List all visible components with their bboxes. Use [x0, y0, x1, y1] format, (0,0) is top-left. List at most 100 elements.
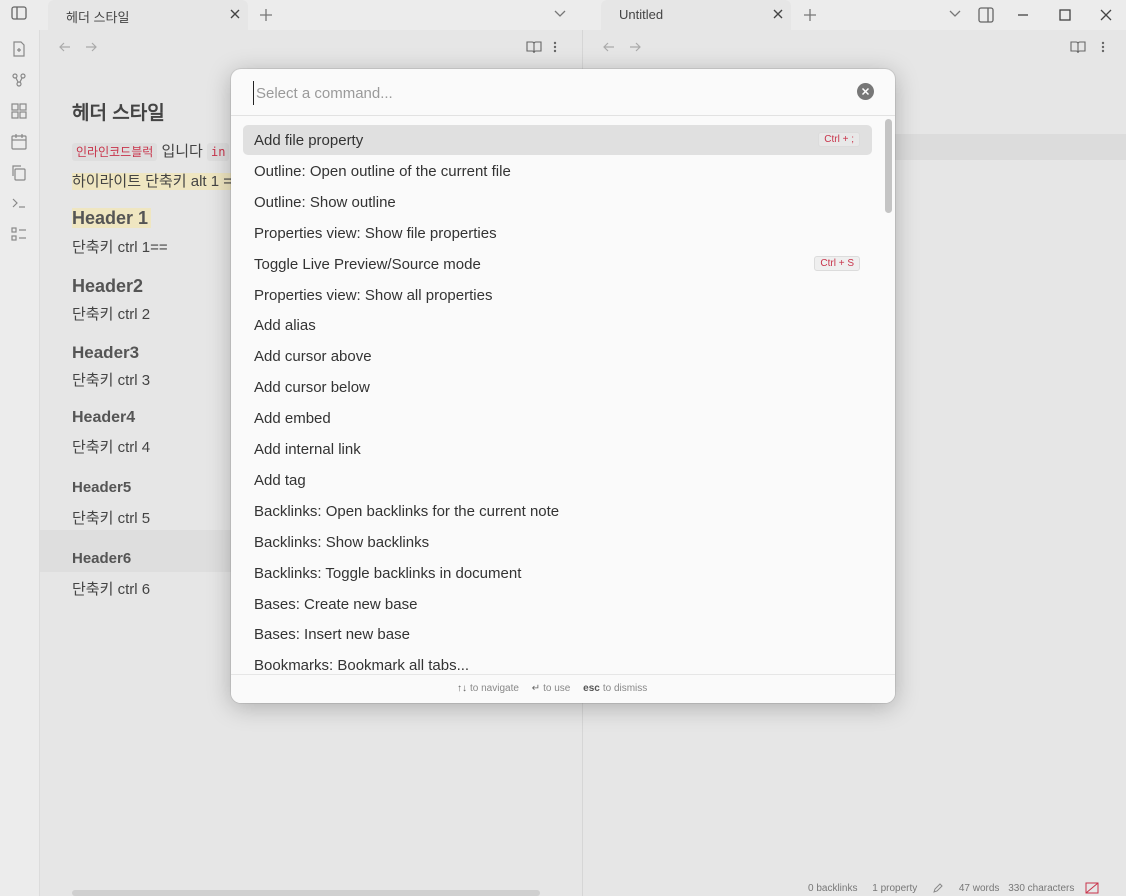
command-label: Backlinks: Show backlinks [254, 534, 430, 551]
left-ribbon [0, 30, 40, 896]
back-arrow-icon[interactable] [602, 40, 616, 54]
horizontal-scrollbar[interactable] [72, 890, 540, 896]
graph-icon[interactable] [10, 71, 28, 89]
command-results-list: Add file property Ctrl + ; Outline: Open o… [243, 125, 883, 675]
tab-title: 헤더 스타일 [66, 10, 130, 25]
heading-6-note: 단축키 ctrl 6 [72, 581, 151, 598]
command-label: Add cursor below [254, 379, 370, 396]
more-options-icon[interactable] [552, 40, 558, 54]
command-search-container [231, 69, 895, 116]
command-item[interactable]: Add embed [243, 403, 872, 433]
command-label: Backlinks: Open backlinks for the curren… [254, 503, 560, 520]
command-label: Add alias [254, 317, 316, 334]
command-label: Outline: Open outline of the current fil… [254, 163, 511, 180]
command-palette: Add file property Ctrl + ; Outline: Open o… [231, 69, 895, 703]
command-item[interactable]: Backlinks: Show backlinks [243, 527, 872, 557]
command-label: Bookmarks: Bookmark all tabs... [254, 657, 470, 674]
esc-key: esc [583, 683, 600, 694]
command-item[interactable]: Backlinks: Open backlinks for the curren… [243, 496, 872, 526]
dismiss-hint: to dismiss [602, 683, 648, 694]
command-label: Add internal link [254, 441, 361, 458]
hotkey-badge: Ctrl + ; [818, 132, 860, 147]
heading-5: Header5 [72, 479, 132, 496]
navigate-keys: ↑↓ [457, 683, 467, 694]
canvas-icon[interactable] [10, 102, 28, 120]
command-label: Bases: Insert new base [254, 626, 410, 643]
heading-2: Header2 [72, 276, 144, 296]
highlighted-text: 하이라이트 단축키 alt 1 == [72, 173, 241, 190]
sync-status-icon[interactable] [1085, 882, 1099, 894]
close-icon[interactable] [228, 7, 242, 21]
reading-view-icon[interactable] [1070, 40, 1086, 54]
tab-untitled[interactable]: Untitled [601, 0, 791, 30]
command-item[interactable]: Outline: Open outline of the current fil… [243, 156, 872, 186]
command-item[interactable]: Properties view: Show all properties [243, 280, 872, 310]
calendar-icon[interactable] [10, 133, 28, 151]
more-options-icon[interactable] [1100, 40, 1106, 54]
inline-code-line: 인라인코드블럭 입니다 in [72, 140, 230, 161]
command-item[interactable]: Add internal link [243, 434, 872, 464]
command-item[interactable]: Add alias [243, 310, 872, 340]
command-item[interactable]: Add tag [243, 465, 872, 495]
command-item[interactable]: Bases: Create new base [243, 589, 872, 619]
command-item[interactable]: Add file property Ctrl + ; [243, 125, 872, 155]
document-title: 헤더 스타일 [72, 103, 165, 124]
command-label: Add file property [254, 132, 364, 149]
use-hint: to use [543, 683, 571, 694]
back-arrow-icon[interactable] [58, 40, 72, 54]
close-icon[interactable] [771, 7, 785, 21]
new-tab-icon[interactable] [256, 5, 276, 25]
command-label: Backlinks: Toggle backlinks in document [254, 565, 522, 582]
highlight-line: 하이라이트 단축키 alt 1 == [72, 170, 241, 191]
inline-code: in [207, 143, 230, 161]
backlinks-count[interactable]: 0 backlinks [808, 883, 857, 894]
maximize-icon[interactable] [1055, 5, 1075, 25]
heading-1: Header 1 [72, 208, 152, 229]
reading-view-icon[interactable] [526, 40, 542, 54]
command-label: Properties view: Show all properties [254, 287, 493, 304]
right-sidebar-toggle-icon[interactable] [976, 5, 996, 25]
command-item[interactable]: Bases: Insert new base [243, 619, 872, 649]
command-label: Toggle Live Preview/Source mode [254, 256, 481, 273]
terminal-icon[interactable] [10, 194, 28, 212]
tab-header-style[interactable]: 헤더 스타일 [48, 0, 248, 30]
forward-arrow-icon[interactable] [84, 40, 98, 54]
command-item[interactable]: Bookmarks: Bookmark all tabs... [243, 650, 872, 675]
command-label: Add tag [254, 472, 306, 489]
command-search-input[interactable] [253, 81, 843, 105]
navigate-hint: to navigate [470, 683, 519, 694]
heading-6: Header6 [72, 550, 132, 567]
heading-5-note: 단축키 ctrl 5 [72, 510, 151, 527]
copy-icon[interactable] [10, 164, 28, 182]
command-palette-footer: ↑↓ to navigate ↵ to use esc to dismiss [231, 674, 895, 703]
new-tab-icon[interactable] [800, 5, 820, 25]
command-label: Add embed [254, 410, 331, 427]
chevron-down-icon[interactable] [553, 5, 567, 21]
properties-count[interactable]: 1 property [872, 883, 917, 894]
sidebar-toggle-icon[interactable] [10, 4, 28, 22]
heading-2-note: 단축키 ctrl 2 [72, 306, 151, 323]
command-item[interactable]: Backlinks: Toggle backlinks in document [243, 558, 872, 588]
checklist-icon[interactable] [10, 225, 28, 243]
inline-code: 인라인코드블럭 [72, 143, 158, 161]
forward-arrow-icon[interactable] [628, 40, 642, 54]
word-count: 47 words [958, 882, 1000, 894]
edit-mode-icon[interactable] [932, 882, 944, 894]
file-icon[interactable] [10, 40, 28, 58]
heading-4-note: 단축키 ctrl 4 [72, 439, 151, 456]
status-bar: 0 backlinks 1 property 47 words 330 char… [808, 882, 1111, 896]
minimize-icon[interactable] [1013, 5, 1033, 25]
command-item[interactable]: Toggle Live Preview/Source mode Ctrl + S [243, 249, 872, 279]
results-scrollbar[interactable] [885, 119, 892, 213]
heading-4: Header4 [72, 409, 136, 426]
window-close-icon[interactable] [1096, 5, 1116, 25]
command-item[interactable]: Add cursor below [243, 372, 872, 402]
command-item[interactable]: Properties view: Show file properties [243, 218, 872, 248]
clear-search-icon[interactable] [857, 83, 874, 100]
command-label: Outline: Show outline [254, 194, 396, 211]
command-item[interactable]: Outline: Show outline [243, 187, 872, 217]
command-label: Add cursor above [254, 348, 372, 365]
command-label: Properties view: Show file properties [254, 225, 497, 242]
command-item[interactable]: Add cursor above [243, 341, 872, 371]
chevron-down-icon[interactable] [948, 5, 962, 21]
